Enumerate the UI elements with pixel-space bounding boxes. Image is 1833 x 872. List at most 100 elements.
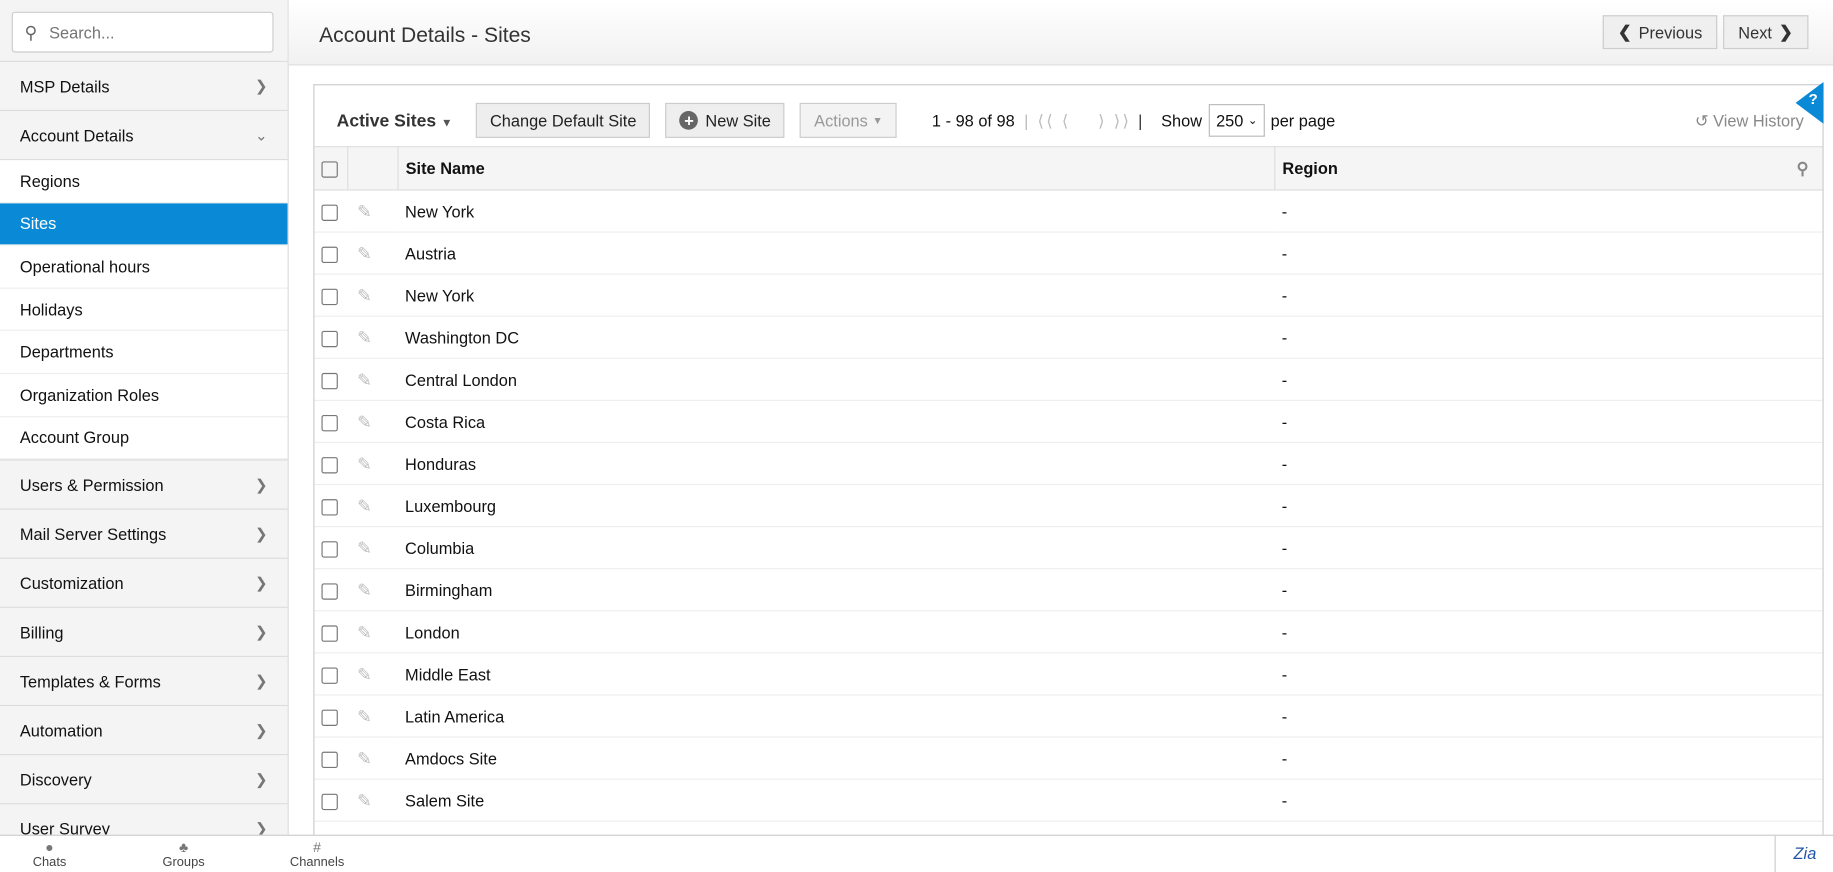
row-checkbox[interactable] [321,246,338,263]
actions-dropdown[interactable]: Actions ▼ [800,102,897,138]
sidebar-item-customization[interactable]: Customization ❯ [0,557,288,607]
edit-icon[interactable]: ✎ [357,622,372,642]
table-row[interactable]: ✎ Central London - [314,358,1823,401]
sidebar-subitem-sites[interactable]: Sites [0,202,288,246]
search-icon[interactable]: ⚲ [1796,158,1808,178]
sidebar-subitem-departments[interactable]: Departments [0,331,288,375]
site-name-cell[interactable]: Birmingham [398,568,1275,612]
edit-icon[interactable]: ✎ [357,370,372,390]
edit-icon[interactable]: ✎ [357,202,372,222]
sidebar-item-user-survey[interactable]: User Survey ❯ [0,803,288,835]
search-input[interactable] [46,21,251,43]
site-name-cell[interactable]: Honduras [398,442,1275,486]
site-name-cell[interactable]: London [398,610,1275,654]
sidebar-item-discovery[interactable]: Discovery ❯ [0,754,288,804]
groups-button[interactable]: ♣ Groups [162,839,204,869]
channels-button[interactable]: # Channels [290,839,344,869]
row-checkbox[interactable] [321,288,338,305]
site-name-cell[interactable]: New York [398,274,1275,317]
view-selector[interactable]: Active Sites ▼ [337,110,453,130]
new-site-button[interactable]: + New Site [665,102,785,138]
previous-button[interactable]: ❮ Previous [1602,15,1718,50]
search-box[interactable]: ⚲ [11,11,274,53]
edit-icon[interactable]: ✎ [357,286,372,306]
site-name-cell[interactable]: Latin America [398,694,1275,738]
site-name-cell[interactable]: New York [398,189,1275,233]
prev-page-icon[interactable]: ⟨ [1062,110,1071,129]
view-history-link[interactable]: ↺ View History [1695,110,1804,130]
row-checkbox[interactable] [321,456,338,474]
sidebar-item-users-permission[interactable]: Users & Permission ❯ [0,459,288,509]
table-row[interactable]: ✎ Washington DC - [314,316,1823,359]
edit-icon[interactable]: ✎ [357,749,372,769]
sidebar-item-account-details[interactable]: Account Details ⌄ [0,109,288,159]
site-name-cell[interactable]: Columbia [398,526,1275,570]
site-name-cell[interactable]: Amdocs Site [398,737,1275,780]
table-row[interactable]: ✎ Costa Rica - [314,400,1823,444]
table-row[interactable]: ✎ New York - [314,189,1823,233]
table-row[interactable]: ✎ Birmingham - [314,568,1823,612]
row-checkbox[interactable] [321,540,338,558]
table-row[interactable]: ✎ Luxembourg - [314,484,1823,528]
edit-icon[interactable]: ✎ [357,244,372,264]
region-cell: - [1274,779,1823,822]
sidebar-item-billing[interactable]: Billing ❯ [0,606,288,656]
site-name-cell[interactable]: Austria [398,232,1275,275]
edit-icon[interactable]: ✎ [357,412,372,432]
column-site-name[interactable]: Site Name [398,146,1276,191]
row-checkbox[interactable] [321,709,338,726]
row-checkbox[interactable] [321,372,338,389]
sidebar-subitem-operational-hours[interactable]: Operational hours [0,246,288,289]
sidebar-item-automation[interactable]: Automation ❯ [0,705,288,755]
sidebar-subitem-organization-roles[interactable]: Organization Roles [0,374,288,417]
table-row[interactable]: ✎ Middle East - [314,652,1823,696]
edit-icon[interactable]: ✎ [357,580,372,600]
row-checkbox[interactable] [321,414,338,431]
edit-icon[interactable]: ✎ [357,496,372,516]
sidebar-item-mail-server-settings[interactable]: Mail Server Settings ❯ [0,508,288,558]
table-row[interactable]: ✎ New York - [314,274,1823,317]
edit-icon[interactable]: ✎ [357,791,372,811]
row-checkbox[interactable] [321,498,338,516]
column-region[interactable]: Region ⚲ [1274,146,1823,191]
select-all-checkbox[interactable] [321,161,338,178]
next-page-icon[interactable]: ⟩ [1098,110,1107,129]
site-name-cell[interactable]: Luxembourg [398,484,1275,528]
row-checkbox[interactable] [321,751,338,768]
table-row[interactable]: ✎ Latin America - [314,694,1823,738]
sidebar-subitem-regions[interactable]: Regions [0,160,288,203]
table-row[interactable]: ✎ Salem Site - [314,779,1823,822]
table-row[interactable]: ✎ Austria - [314,232,1823,275]
edit-icon[interactable]: ✎ [357,538,372,558]
row-checkbox[interactable] [321,204,338,221]
site-name-cell[interactable]: Costa Rica [398,400,1275,444]
edit-icon[interactable]: ✎ [357,665,372,685]
sidebar-item-msp-details[interactable]: MSP Details ❯ [0,60,288,110]
sidebar-item-templates-forms[interactable]: Templates & Forms ❯ [0,655,288,706]
table-row[interactable]: ✎ London - [314,610,1823,654]
row-checkbox[interactable] [321,582,338,600]
table-row[interactable]: ✎ Honduras - [314,442,1823,486]
table-row[interactable]: ✎ Amdocs Site - [314,737,1823,780]
edit-icon[interactable]: ✎ [357,454,372,474]
change-default-site-button[interactable]: Change Default Site [475,102,651,138]
sidebar-subitem-account-group[interactable]: Account Group [0,417,288,460]
site-name-cell[interactable]: Salem Site [398,779,1275,822]
last-page-icon[interactable]: ⟩⟩ [1114,110,1131,129]
next-button[interactable]: Next ❯ [1723,15,1808,50]
site-name-cell[interactable]: Washington DC [398,316,1275,359]
row-checkbox[interactable] [321,330,338,347]
row-checkbox[interactable] [321,624,338,642]
edit-icon[interactable]: ✎ [357,707,372,727]
chats-button[interactable]: ● Chats [33,839,67,869]
edit-icon[interactable]: ✎ [357,328,372,348]
table-row[interactable]: ✎ Columbia - [314,526,1823,570]
site-name-cell[interactable]: Middle East [398,652,1275,696]
row-checkbox[interactable] [321,793,338,810]
sidebar-subitem-holidays[interactable]: Holidays [0,288,288,332]
zia-icon[interactable]: Zia [1774,835,1833,872]
row-checkbox[interactable] [321,667,338,684]
first-page-icon[interactable]: | ⟨⟨ [1024,110,1055,129]
per-page-select[interactable]: 250 ⌄ [1209,104,1265,137]
site-name-cell[interactable]: Central London [398,358,1275,401]
